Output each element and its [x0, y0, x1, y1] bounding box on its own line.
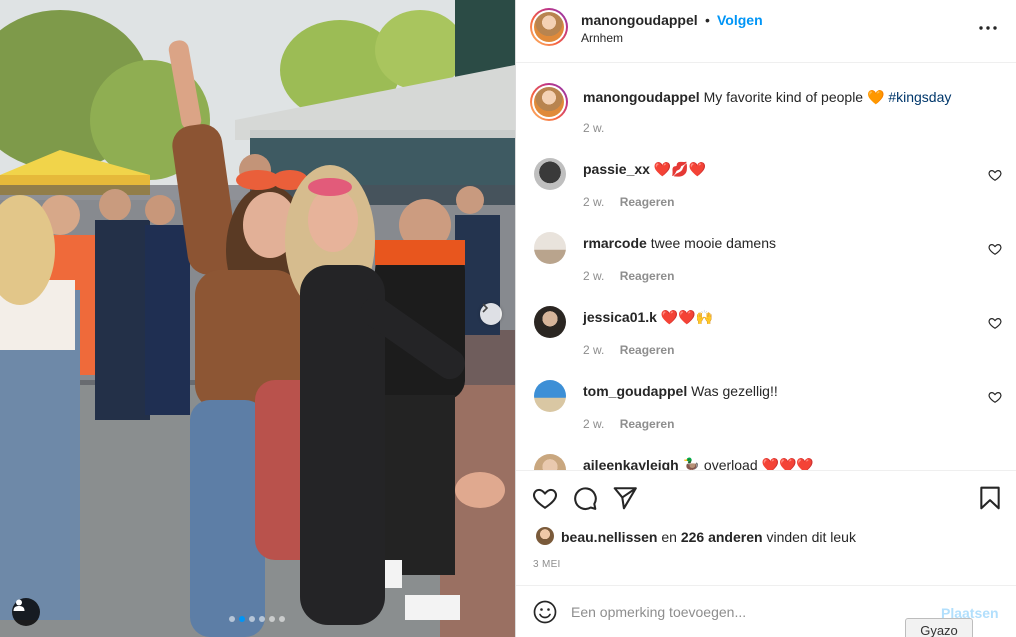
caption-username[interactable]: manongoudappel [583, 89, 700, 105]
party-photo-illustration [0, 0, 515, 637]
commenter-username[interactable]: rmarcode [583, 235, 647, 251]
reply-button[interactable]: Reageren [620, 417, 675, 431]
comment-meta: 2 w. Reageren [583, 343, 674, 357]
comment-text-line: aileenkayleigh 🦆 overload ❤️❤️❤️ [583, 457, 814, 470]
commenter-username[interactable]: passie_xx [583, 161, 650, 177]
comment-item: passie_xx ❤️💋❤️ 2 w. Reageren [516, 140, 1016, 214]
heart-icon[interactable] [532, 485, 558, 511]
commenter-avatar[interactable] [534, 232, 566, 264]
comment-text: ❤️❤️🙌 [660, 309, 714, 325]
location-link[interactable]: Arnhem [581, 31, 623, 45]
comment-item: jessica01.k ❤️❤️🙌 2 w. Reageren [516, 288, 1016, 362]
comment-time[interactable]: 2 w. [583, 269, 604, 283]
comment-text: Was gezellig!! [691, 383, 778, 399]
chevron-right-icon [482, 303, 489, 313]
heart-icon[interactable] [988, 316, 1002, 330]
comment-time[interactable]: 2 w. [583, 343, 604, 357]
next-image-button[interactable] [480, 303, 502, 325]
comment-input[interactable] [571, 600, 931, 624]
liker-avatar[interactable] [536, 527, 554, 545]
comment-text-line: rmarcode twee mooie damens [583, 235, 776, 251]
carousel-dot [279, 616, 285, 622]
comment-meta: 2 w. Reageren [583, 417, 674, 431]
commenter-avatar[interactable] [534, 306, 566, 338]
comment-icon[interactable] [572, 485, 598, 511]
comment-item: aileenkayleigh 🦆 overload ❤️❤️❤️ [516, 436, 1016, 470]
share-icon[interactable] [612, 485, 638, 511]
commenter-avatar[interactable] [534, 158, 566, 190]
emoji-icon[interactable] [533, 600, 557, 624]
comment-text: ❤️💋❤️ [653, 161, 707, 177]
likes-summary: beau.nellissen en 226 anderen vinden dit… [561, 529, 856, 545]
likes-connector: en [661, 529, 677, 545]
post-details-panel: manongoudappel • Volgen Arnhem manongoud… [515, 0, 1016, 637]
carousel-dot [269, 616, 275, 622]
commenter-avatar[interactable] [534, 454, 566, 470]
post-header: manongoudappel • Volgen Arnhem [516, 0, 1016, 63]
more-horizontal-icon[interactable] [976, 18, 1000, 38]
heart-icon[interactable] [988, 168, 1002, 182]
caption-timestamp[interactable]: 2 w. [583, 121, 604, 135]
post-date[interactable]: 3 MEI [533, 559, 561, 570]
carousel-dot-active [239, 616, 245, 622]
heart-icon[interactable] [988, 242, 1002, 256]
comment-text-line: jessica01.k ❤️❤️🙌 [583, 309, 713, 326]
author-username[interactable]: manongoudappel [581, 12, 698, 28]
follow-button[interactable]: Volgen [717, 12, 763, 28]
post-photo[interactable] [0, 0, 515, 637]
comment-list: passie_xx ❤️💋❤️ 2 w. Reageren rmarcode t… [516, 140, 1016, 470]
liker-username[interactable]: beau.nellissen [561, 529, 657, 545]
comment-meta: 2 w. Reageren [583, 195, 674, 209]
comment-text: 🦆 overload ❤️❤️❤️ [682, 457, 814, 470]
caption-text: My favorite kind of people 🧡 [703, 89, 885, 105]
comment-time[interactable]: 2 w. [583, 195, 604, 209]
reply-button[interactable]: Reageren [620, 195, 675, 209]
reply-button[interactable]: Reageren [620, 343, 675, 357]
author-avatar[interactable] [530, 8, 568, 46]
commenter-username[interactable]: jessica01.k [583, 309, 657, 325]
commenter-username[interactable]: aileenkayleigh [583, 457, 679, 470]
likes-others-count[interactable]: 226 anderen [681, 529, 763, 545]
comment-item: tom_goudappel Was gezellig!! 2 w. Reager… [516, 362, 1016, 436]
carousel-dot [229, 616, 235, 622]
reply-button[interactable]: Reageren [620, 269, 675, 283]
caption-hashtag[interactable]: #kingsday [888, 89, 951, 105]
user-icon [13, 599, 25, 611]
caption-text-line: manongoudappel My favorite kind of peopl… [583, 89, 951, 106]
comment-text-line: tom_goudappel Was gezellig!! [583, 383, 778, 399]
comment-text: twee mooie damens [650, 235, 776, 251]
likes-suffix: vinden dit leuk [766, 529, 856, 545]
bookmark-icon[interactable] [977, 485, 1003, 511]
separator-dot: • [705, 12, 710, 28]
carousel-dot [249, 616, 255, 622]
post-actions: beau.nellissen en 226 anderen vinden dit… [516, 470, 1016, 585]
gyazo-button[interactable]: Gyazo [905, 618, 973, 637]
comment-text-line: passie_xx ❤️💋❤️ [583, 161, 706, 178]
commenter-username[interactable]: tom_goudappel [583, 383, 687, 399]
comment-item: rmarcode twee mooie damens 2 w. Reageren [516, 214, 1016, 288]
tagged-users-button[interactable] [12, 598, 40, 626]
carousel-indicator [229, 616, 285, 622]
comment-meta: 2 w. Reageren [583, 269, 674, 283]
commenter-avatar[interactable] [534, 380, 566, 412]
heart-icon[interactable] [988, 390, 1002, 404]
comment-time[interactable]: 2 w. [583, 417, 604, 431]
caption-avatar[interactable] [530, 83, 568, 121]
carousel-dot [259, 616, 265, 622]
